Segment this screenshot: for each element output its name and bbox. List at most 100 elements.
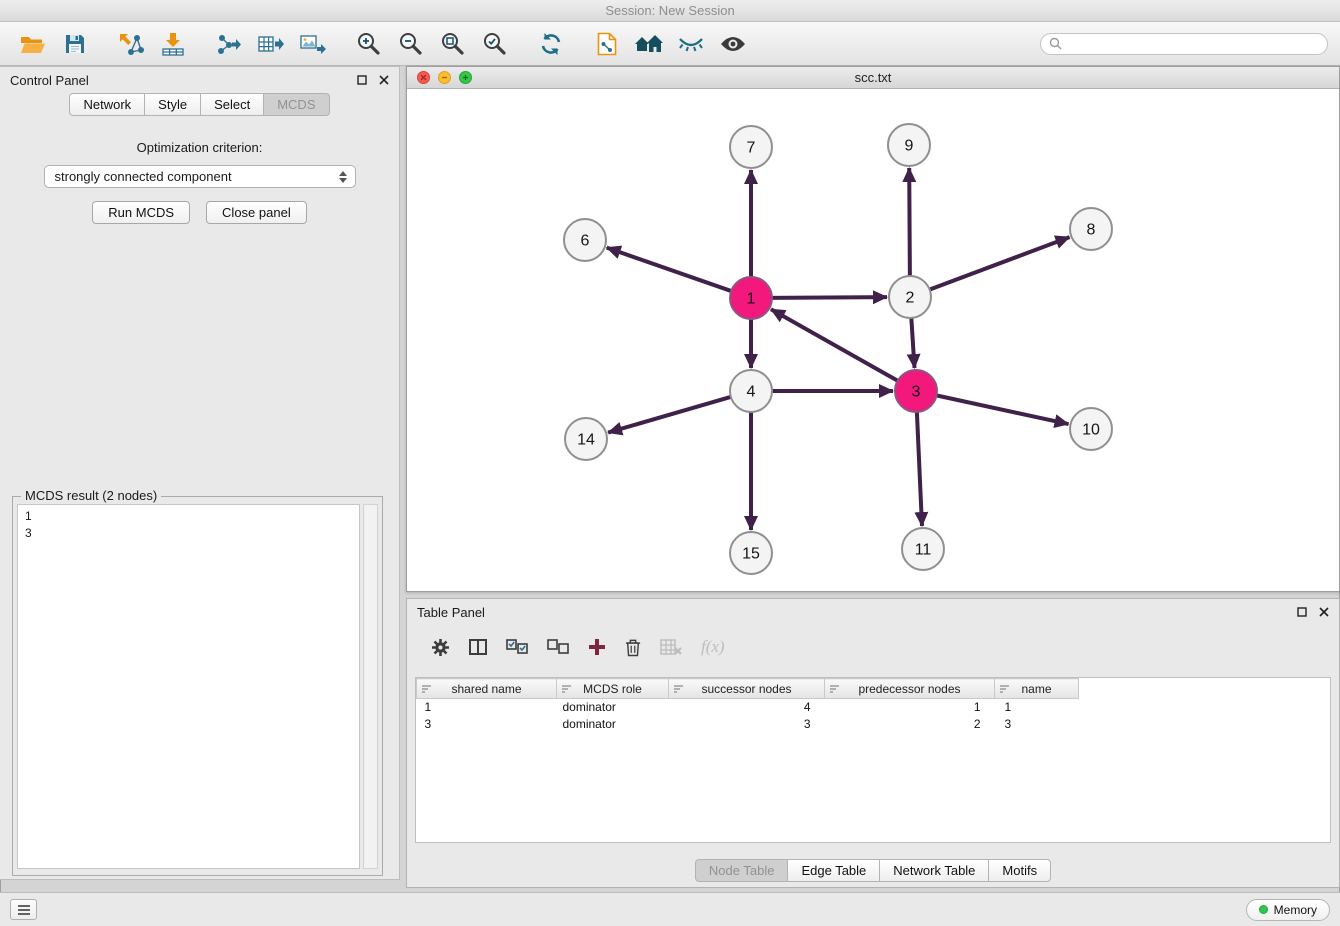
import-table-button[interactable] bbox=[152, 26, 194, 62]
column-header-successor-nodes[interactable]: successor nodes bbox=[669, 679, 825, 699]
open-file-button[interactable] bbox=[12, 26, 54, 62]
table-tab-edge-table[interactable]: Edge Table bbox=[788, 859, 880, 882]
memory-label: Memory bbox=[1274, 903, 1317, 917]
edge-1-6[interactable] bbox=[607, 248, 733, 292]
close-table-panel-icon[interactable] bbox=[1319, 607, 1329, 617]
zoom-fit-icon bbox=[440, 31, 466, 57]
network-window-titlebar[interactable]: scc.txt bbox=[407, 67, 1339, 89]
run-mcds-button[interactable]: Run MCDS bbox=[92, 201, 190, 224]
node-7[interactable]: 7 bbox=[730, 126, 772, 168]
control-tab-style[interactable]: Style bbox=[145, 93, 201, 116]
table-panel-tabs: Node TableEdge TableNetwork TableMotifs bbox=[407, 859, 1339, 882]
table-cell: 1 bbox=[417, 699, 557, 716]
chevron-updown-icon bbox=[335, 171, 351, 183]
maximize-window-icon[interactable] bbox=[459, 71, 472, 84]
mcds-result-title: MCDS result (2 nodes) bbox=[21, 488, 161, 503]
delete-table-button[interactable] bbox=[660, 639, 682, 655]
node-15[interactable]: 15 bbox=[730, 532, 772, 574]
float-panel-icon[interactable] bbox=[357, 75, 367, 85]
search-box[interactable] bbox=[1040, 33, 1328, 55]
export-table-button[interactable] bbox=[250, 26, 292, 62]
control-panel-title: Control Panel bbox=[10, 73, 89, 88]
apply-layout-button[interactable] bbox=[530, 26, 572, 62]
table-row[interactable]: 1dominator411 bbox=[417, 699, 1079, 716]
memory-button[interactable]: Memory bbox=[1246, 899, 1330, 921]
svg-text:10: 10 bbox=[1082, 422, 1100, 439]
control-tab-network[interactable]: Network bbox=[69, 93, 145, 116]
svg-text:7: 7 bbox=[747, 140, 756, 157]
edge-3-1[interactable] bbox=[771, 309, 899, 381]
table-cell: 1 bbox=[825, 699, 995, 716]
create-column-button[interactable] bbox=[588, 638, 606, 656]
zoom-selected-button[interactable] bbox=[474, 26, 516, 62]
table-cell: 3 bbox=[995, 716, 1079, 733]
table-cell: 3 bbox=[669, 716, 825, 733]
node-3[interactable]: 3 bbox=[895, 370, 937, 412]
column-header-mcds-role[interactable]: MCDS role bbox=[557, 679, 669, 699]
result-scrollbar[interactable] bbox=[363, 504, 378, 869]
edge-1-2[interactable] bbox=[770, 297, 887, 298]
close-panel-icon[interactable] bbox=[379, 75, 389, 85]
float-table-panel-icon[interactable] bbox=[1297, 607, 1307, 617]
show-columns-button[interactable] bbox=[469, 639, 487, 655]
node-9[interactable]: 9 bbox=[888, 124, 930, 166]
clone-network-button[interactable] bbox=[586, 26, 628, 62]
edge-4-14[interactable] bbox=[608, 396, 733, 432]
zoom-out-button[interactable] bbox=[390, 26, 432, 62]
network-canvas[interactable]: 1 2 3 4 6 7 8 9 10 11 14 15 bbox=[407, 89, 1339, 591]
node-6[interactable]: 6 bbox=[564, 219, 606, 261]
table-tab-motifs[interactable]: Motifs bbox=[989, 859, 1051, 882]
first-neighbors-button[interactable] bbox=[628, 26, 670, 62]
table-tab-network-table[interactable]: Network Table bbox=[880, 859, 989, 882]
node-1[interactable]: 1 bbox=[730, 277, 772, 319]
unselect-all-columns-button[interactable] bbox=[547, 639, 569, 655]
function-builder-button[interactable]: f(x) bbox=[701, 637, 725, 657]
edge-2-9[interactable] bbox=[909, 168, 910, 278]
close-window-icon[interactable] bbox=[417, 71, 430, 84]
task-history-button[interactable] bbox=[10, 899, 37, 920]
table-tab-node-table[interactable]: Node Table bbox=[695, 859, 789, 882]
select-all-columns-button[interactable] bbox=[506, 639, 528, 655]
svg-text:15: 15 bbox=[742, 546, 760, 563]
criterion-dropdown[interactable]: strongly connected component bbox=[44, 165, 356, 188]
control-tab-mcds[interactable]: MCDS bbox=[264, 93, 329, 116]
table-toolbar: f(x) bbox=[407, 625, 725, 669]
network-graph[interactable]: 1 2 3 4 6 7 8 9 10 11 14 15 bbox=[407, 89, 1339, 591]
node-2[interactable]: 2 bbox=[889, 276, 931, 318]
edge-2-8[interactable] bbox=[928, 237, 1070, 290]
search-input[interactable] bbox=[1068, 37, 1319, 51]
node-14[interactable]: 14 bbox=[565, 418, 607, 460]
column-header-shared-name[interactable]: shared name bbox=[417, 679, 557, 699]
mcds-panel: Optimization criterion: strongly connect… bbox=[0, 116, 399, 224]
export-image-button[interactable] bbox=[292, 26, 334, 62]
save-session-button[interactable] bbox=[54, 26, 96, 62]
node-10[interactable]: 10 bbox=[1070, 408, 1112, 450]
close-panel-button[interactable]: Close panel bbox=[206, 201, 307, 224]
zoom-fit-button[interactable] bbox=[432, 26, 474, 62]
zoom-in-button[interactable] bbox=[348, 26, 390, 62]
export-network-button[interactable] bbox=[208, 26, 250, 62]
table-row[interactable]: 3dominator323 bbox=[417, 716, 1079, 733]
delete-column-button[interactable] bbox=[625, 638, 641, 657]
table-cell: 4 bbox=[669, 699, 825, 716]
svg-text:14: 14 bbox=[577, 432, 595, 449]
edge-2-3[interactable] bbox=[911, 316, 914, 368]
minimize-window-icon[interactable] bbox=[438, 71, 451, 84]
column-header-predecessor-nodes[interactable]: predecessor nodes bbox=[825, 679, 995, 699]
edge-3-11[interactable] bbox=[917, 410, 922, 526]
column-header-name[interactable]: name bbox=[995, 679, 1079, 699]
table-cell: dominator bbox=[557, 699, 669, 716]
control-panel-header: Control Panel bbox=[0, 67, 399, 93]
control-tab-select[interactable]: Select bbox=[201, 93, 264, 116]
node-8[interactable]: 8 bbox=[1070, 208, 1112, 250]
node-11[interactable]: 11 bbox=[902, 528, 944, 570]
optimization-criterion-label: Optimization criterion: bbox=[0, 140, 399, 155]
hide-selected-button[interactable] bbox=[670, 26, 712, 62]
edge-3-10[interactable] bbox=[935, 395, 1069, 424]
node-table-header-row: shared nameMCDS rolesuccessor nodesprede… bbox=[417, 679, 1079, 699]
import-table-icon bbox=[161, 32, 185, 56]
table-settings-button[interactable] bbox=[431, 638, 450, 657]
import-network-button[interactable] bbox=[110, 26, 152, 62]
show-graphics-details-button[interactable] bbox=[712, 26, 754, 62]
node-4[interactable]: 4 bbox=[730, 370, 772, 412]
